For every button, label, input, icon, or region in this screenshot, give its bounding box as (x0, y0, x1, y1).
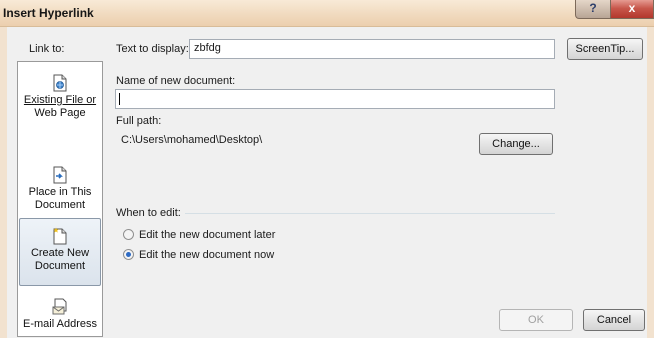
change-button[interactable]: Change... (479, 133, 553, 155)
link-to-email-address[interactable]: E-mail Address (19, 298, 101, 334)
help-button[interactable]: ? (575, 0, 611, 19)
link-to-create-line2: Document (34, 260, 86, 272)
edit-now-label: Edit the new document now (139, 249, 275, 261)
link-to-label: Link to: (29, 43, 65, 55)
text-caret (119, 93, 120, 105)
place-in-document-icon (53, 166, 67, 184)
edit-later-label: Edit the new document later (139, 229, 276, 241)
existing-file-icon (53, 74, 67, 92)
screentip-button[interactable]: ScreenTip... (567, 38, 643, 60)
link-to-existing-file-line1: Existing File or (23, 94, 97, 106)
full-path-label: Full path: (116, 115, 162, 127)
full-path-value: C:\Users\mohamed\Desktop\ (121, 134, 263, 146)
link-to-existing-file[interactable]: Existing File or Web Page (19, 70, 101, 124)
edit-later-option[interactable]: Edit the new document later (123, 229, 275, 241)
link-to-place-in-document[interactable]: Place in This Document (19, 162, 101, 216)
link-to-create-line1: Create New (30, 247, 90, 259)
group-divider (185, 213, 555, 214)
dialog-body: Link to: Existing File or Web Page Place… (7, 27, 647, 338)
window-title: Insert Hyperlink (3, 6, 94, 20)
link-to-place-line1: Place in This (28, 186, 92, 198)
link-to-place-line2: Document (34, 199, 86, 211)
link-to-panel: Existing File or Web Page Place in This … (17, 61, 103, 337)
link-to-existing-file-line2: Web Page (34, 107, 86, 119)
text-to-display-input[interactable]: zbfdg (189, 39, 555, 59)
ok-button[interactable]: OK (499, 309, 573, 331)
new-document-icon (53, 227, 67, 245)
new-document-name-input[interactable] (115, 89, 555, 109)
title-bar: Insert Hyperlink ? x (0, 0, 654, 27)
new-document-name-label: Name of new document: (116, 75, 236, 87)
email-icon (52, 298, 67, 315)
text-to-display-label: Text to display: (116, 43, 189, 55)
close-button[interactable]: x (610, 0, 654, 19)
link-to-create-new-document[interactable]: Create New Document (19, 218, 101, 286)
cancel-button[interactable]: Cancel (583, 309, 645, 331)
edit-now-option[interactable]: Edit the new document now (123, 249, 274, 261)
when-to-edit-label: When to edit: (116, 207, 181, 219)
link-to-email-label: E-mail Address (23, 318, 97, 330)
edit-later-radio[interactable] (123, 229, 134, 240)
edit-now-radio[interactable] (123, 249, 134, 260)
